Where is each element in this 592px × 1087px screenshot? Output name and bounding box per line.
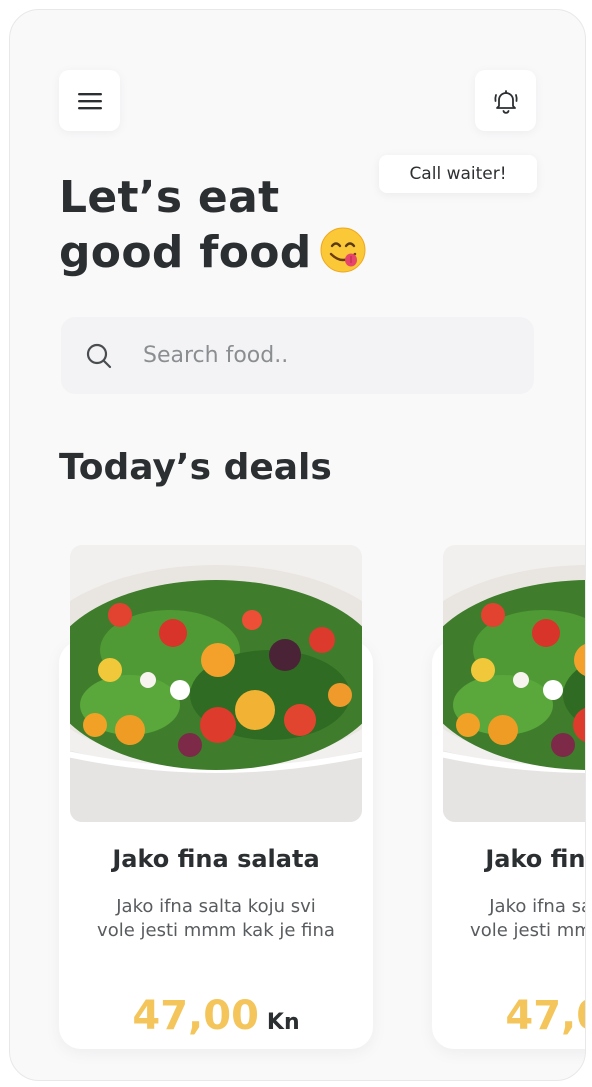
call-waiter-tooltip: Call waiter! <box>379 155 537 193</box>
search-input[interactable] <box>141 342 475 369</box>
call-waiter-button[interactable] <box>475 70 536 131</box>
title-line-2: good food <box>59 227 312 278</box>
food-image <box>443 545 586 822</box>
page-title: Let’s eat good food <box>59 170 366 280</box>
app-screen: Call waiter! Let’s eat good food Today’s… <box>9 9 586 1081</box>
deal-card[interactable]: Jako fina salata Jako ifna salta koju sv… <box>59 545 373 1050</box>
bell-icon <box>493 89 518 114</box>
hamburger-menu-icon <box>77 92 102 109</box>
deal-description: Jako ifna salta koju svi vole jesti mmm … <box>97 896 335 941</box>
section-title-deals: Today’s deals <box>59 447 332 488</box>
deal-price: 47,00 Kn <box>59 993 373 1039</box>
deal-name: Jako fina salata <box>112 845 320 873</box>
title-line-1: Let’s eat <box>59 172 280 223</box>
search-icon <box>86 343 112 368</box>
price-value: 47,00 <box>505 993 585 1039</box>
menu-button[interactable] <box>59 70 120 131</box>
food-image <box>70 545 362 822</box>
price-currency: Kn <box>266 1010 300 1035</box>
price-value: 47,00 <box>132 993 259 1039</box>
deal-card[interactable]: Jako fina salata Jako ifna salta koju sv… <box>432 545 586 1050</box>
deal-name: Jako fina salata <box>485 845 586 873</box>
deal-description: Jako ifna salta koju svi vole jesti mmm … <box>470 896 585 941</box>
search-bar[interactable] <box>61 317 534 394</box>
face-savoring-food-emoji <box>320 227 366 273</box>
deal-price: 47,00Kn <box>432 993 585 1039</box>
